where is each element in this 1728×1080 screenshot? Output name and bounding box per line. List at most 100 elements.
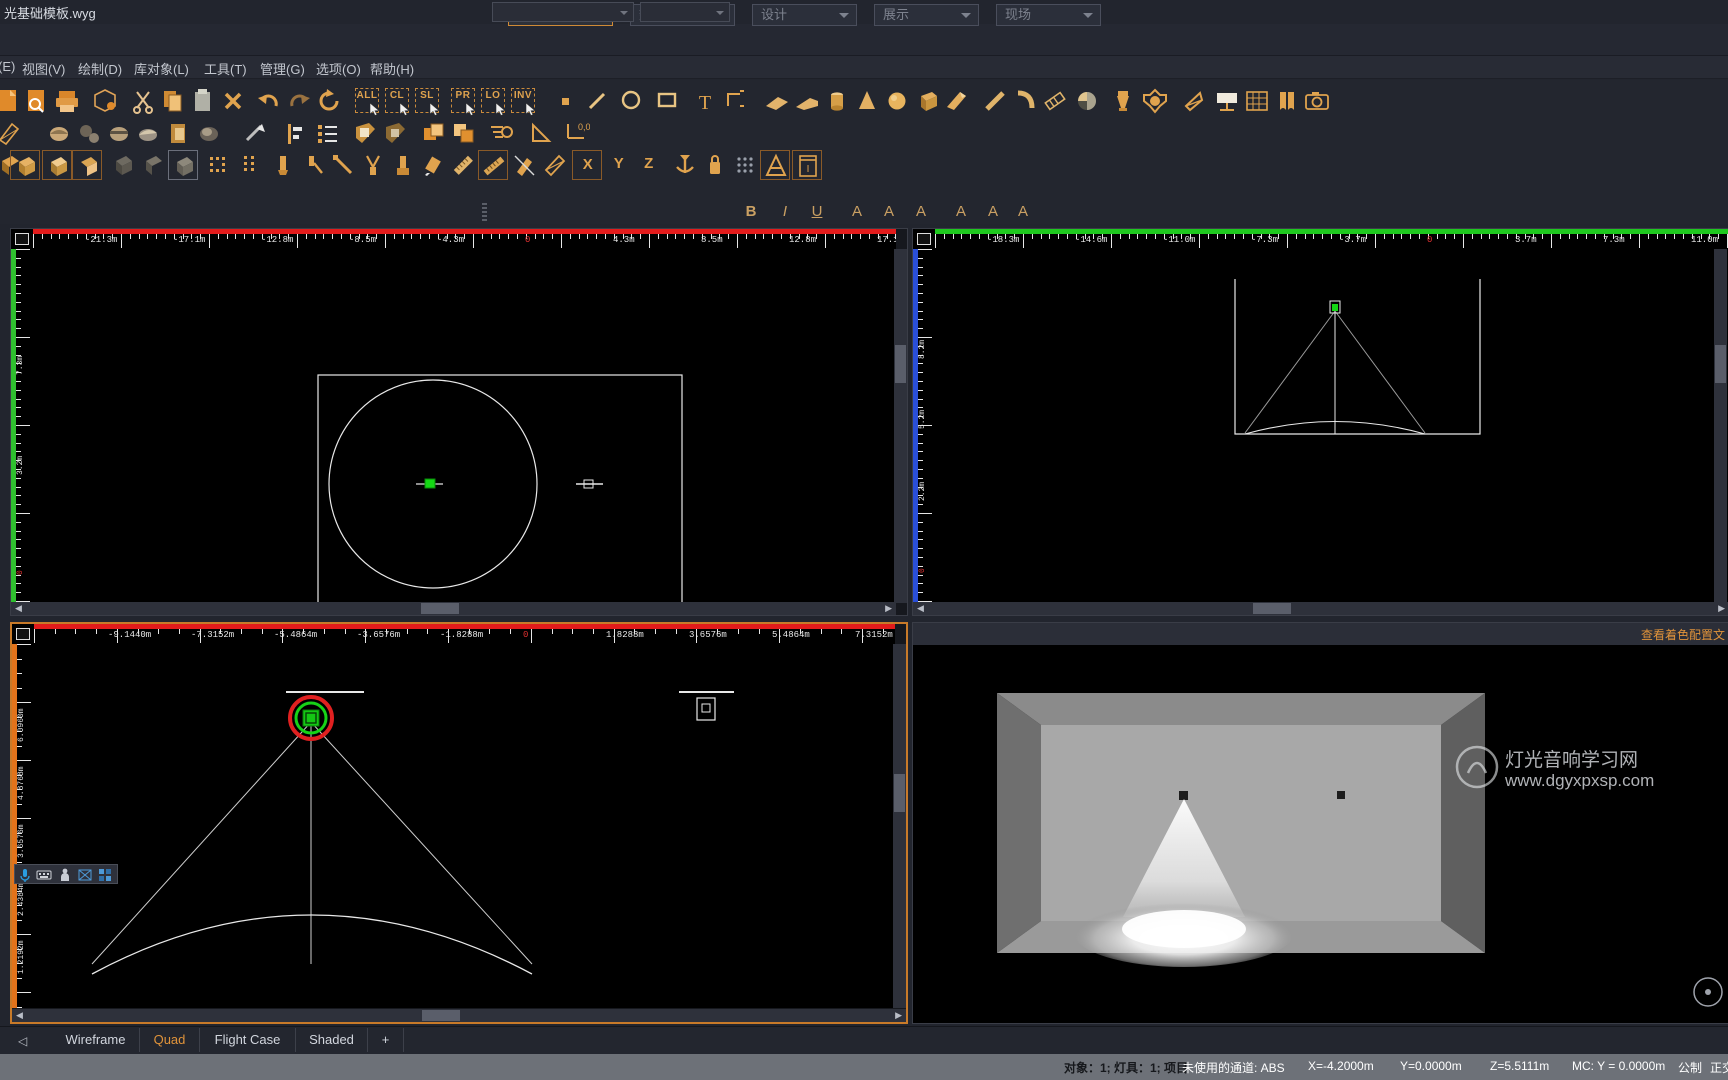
array-linear-icon[interactable] bbox=[234, 150, 264, 180]
focus-spread-icon[interactable] bbox=[358, 150, 388, 180]
ladder-icon[interactable] bbox=[1040, 86, 1070, 116]
horizontal-scrollbar-top-right[interactable]: ◀ ▶ bbox=[913, 602, 1728, 615]
mode-tab-3[interactable]: 展示 bbox=[874, 4, 979, 26]
bring-front-icon[interactable] bbox=[418, 118, 448, 148]
view-tab-2[interactable]: Flight Case bbox=[200, 1028, 296, 1052]
snap-grid-icon[interactable] bbox=[730, 150, 760, 180]
bold-button[interactable]: B bbox=[738, 201, 764, 223]
microphone-icon[interactable] bbox=[17, 867, 33, 883]
query-icon[interactable] bbox=[486, 118, 516, 148]
snap-point-icon[interactable]: I bbox=[792, 150, 822, 180]
horizontal-ruler-top-left[interactable]: -21.3m -17.1m -12.8m -8.5m -4.3m 0 4.3m 8.5m 12.… bbox=[33, 229, 896, 249]
render-shadow-icon[interactable] bbox=[134, 118, 164, 148]
viewport-top-right[interactable]: -18.3m -14.6m -11.0m -7.3m -3.7m 0 3.7m 7.3m 11.… bbox=[912, 228, 1728, 616]
view-tab-1[interactable]: Quad bbox=[140, 1028, 200, 1052]
cone-tool-icon[interactable] bbox=[852, 86, 882, 116]
viewport-bottom-left[interactable]: -9.1440m -7.3152m -5.4864m -3.6576m -1.8288m… bbox=[10, 622, 908, 1024]
grid-panel-icon[interactable] bbox=[1242, 86, 1272, 116]
canvas-bottom-left[interactable] bbox=[34, 644, 895, 1008]
snap-angle-icon[interactable] bbox=[760, 150, 790, 180]
vertical-scrollbar-bottom-left[interactable] bbox=[893, 644, 906, 1008]
canvas-top-right[interactable] bbox=[935, 249, 1728, 603]
new-document-icon[interactable] bbox=[0, 86, 24, 116]
font-family-select[interactable] bbox=[492, 2, 634, 22]
extend-icon[interactable] bbox=[540, 150, 570, 180]
library-icon[interactable] bbox=[164, 118, 194, 148]
drape-icon[interactable] bbox=[1272, 86, 1302, 116]
cylinder-tool-icon[interactable] bbox=[822, 86, 852, 116]
focus-point-icon[interactable] bbox=[268, 150, 298, 180]
text-top-button[interactable]: A bbox=[948, 201, 974, 223]
menu-item-2[interactable]: 绘制(D) bbox=[78, 59, 122, 78]
focus-point2-icon[interactable] bbox=[388, 150, 418, 180]
select-loop-icon[interactable]: LO bbox=[478, 86, 508, 116]
package-settings-icon[interactable] bbox=[90, 86, 120, 116]
render-preview-icon[interactable] bbox=[44, 118, 74, 148]
hidden-view-icon[interactable] bbox=[138, 150, 168, 180]
select-layer-icon[interactable]: SL bbox=[412, 86, 442, 116]
fixture-multi-icon[interactable] bbox=[1140, 86, 1170, 116]
circle-tool-icon[interactable] bbox=[616, 86, 646, 116]
menu-item-5[interactable]: 管理(G) bbox=[260, 59, 305, 78]
truss-straight-icon[interactable] bbox=[980, 86, 1010, 116]
italic-button[interactable]: I bbox=[772, 201, 798, 223]
mode-tab-4[interactable]: 现场 bbox=[996, 4, 1101, 26]
canvas-top-left[interactable] bbox=[33, 249, 896, 610]
dimension-tool-icon[interactable] bbox=[720, 86, 750, 116]
delete-icon[interactable] bbox=[218, 86, 248, 116]
x-axis-icon[interactable]: X bbox=[572, 150, 602, 180]
paint-icon[interactable] bbox=[418, 150, 448, 180]
origin-icon[interactable]: 0,0 bbox=[560, 118, 590, 148]
measure-icon[interactable] bbox=[478, 150, 508, 180]
rectangle-tool-icon[interactable] bbox=[652, 86, 682, 116]
horizontal-scrollbar-bottom-left[interactable]: ◀ ▶ bbox=[12, 1009, 906, 1022]
invert-selection-icon[interactable]: INV bbox=[508, 86, 538, 116]
select-all-icon[interactable]: ALL bbox=[352, 86, 382, 116]
text-align-center-button[interactable]: A bbox=[876, 201, 902, 223]
menu-item-6[interactable]: 选项(O) bbox=[316, 59, 361, 78]
copy-icon[interactable] bbox=[158, 86, 188, 116]
array-icon[interactable] bbox=[204, 150, 234, 180]
render-config-label[interactable]: 查看着色配置文 bbox=[1641, 626, 1725, 643]
pan-icon[interactable] bbox=[240, 118, 270, 148]
view-tab-0[interactable]: Wireframe bbox=[52, 1028, 140, 1052]
lock-icon[interactable] bbox=[700, 150, 730, 180]
menu-item-7[interactable]: 帮助(H) bbox=[370, 59, 414, 78]
point-tool-icon[interactable] bbox=[550, 86, 580, 116]
vertical-ruler-bottom-left[interactable]: 6.0960m 4.8768m 3.6576m 2.4384m 1.2192m bbox=[12, 644, 34, 1008]
menu-item-4[interactable]: 工具(T) bbox=[204, 59, 247, 78]
cut-icon[interactable] bbox=[128, 86, 158, 116]
redo-icon[interactable] bbox=[284, 86, 314, 116]
horizontal-ruler-bottom-left[interactable]: -9.1440m -7.3152m -5.4864m -3.6576m -1.8288m… bbox=[34, 624, 895, 644]
transform-icon[interactable] bbox=[0, 118, 24, 148]
text-tool-icon[interactable]: T bbox=[690, 86, 720, 116]
focus-beam-icon[interactable] bbox=[328, 150, 358, 180]
truss-object-icon[interactable] bbox=[77, 867, 93, 883]
vertical-ruler-top-left[interactable]: 7.3m3.2m0-3.7m bbox=[11, 249, 33, 603]
photo-icon[interactable] bbox=[1302, 86, 1332, 116]
refresh-icon[interactable] bbox=[314, 86, 344, 116]
wedge-tool-icon[interactable] bbox=[942, 86, 972, 116]
menu-item-3[interactable]: 库对象(L) bbox=[134, 59, 189, 78]
sphere-tool-icon[interactable] bbox=[882, 86, 912, 116]
menu-item-1[interactable]: 视图(V) bbox=[22, 59, 65, 78]
screen-icon[interactable] bbox=[1212, 86, 1242, 116]
toolbar-drag-handle[interactable] bbox=[482, 203, 487, 221]
line-tool-icon[interactable] bbox=[582, 86, 612, 116]
viewport-bottom-right[interactable]: 查看着色配置文 灯光音响学习网 www.dgyxpxsp.com bbox=[912, 622, 1728, 1024]
camera-view-icon[interactable] bbox=[1180, 86, 1210, 116]
list-icon[interactable] bbox=[312, 118, 342, 148]
vertical-scrollbar-top-left[interactable] bbox=[894, 249, 907, 603]
view-navigation-gizmo[interactable] bbox=[1691, 975, 1725, 1009]
ruler-icon[interactable] bbox=[448, 150, 478, 180]
horizontal-scrollbar-top-left[interactable]: ◀ ▶ bbox=[11, 602, 896, 615]
print-icon[interactable] bbox=[52, 86, 82, 116]
ungroup-icon[interactable] bbox=[380, 118, 410, 148]
top-view-icon[interactable] bbox=[42, 150, 72, 180]
viewport-top-left[interactable]: -21.3m -17.1m -12.8m -8.5m -4.3m 0 4.3m 8.5m 12.… bbox=[10, 228, 908, 616]
text-bottom-button[interactable]: A bbox=[1010, 201, 1036, 223]
text-align-right-button[interactable]: A bbox=[908, 201, 934, 223]
focus-fan-icon[interactable] bbox=[298, 150, 328, 180]
group-icon[interactable] bbox=[350, 118, 380, 148]
cube-tool-icon[interactable] bbox=[912, 86, 942, 116]
